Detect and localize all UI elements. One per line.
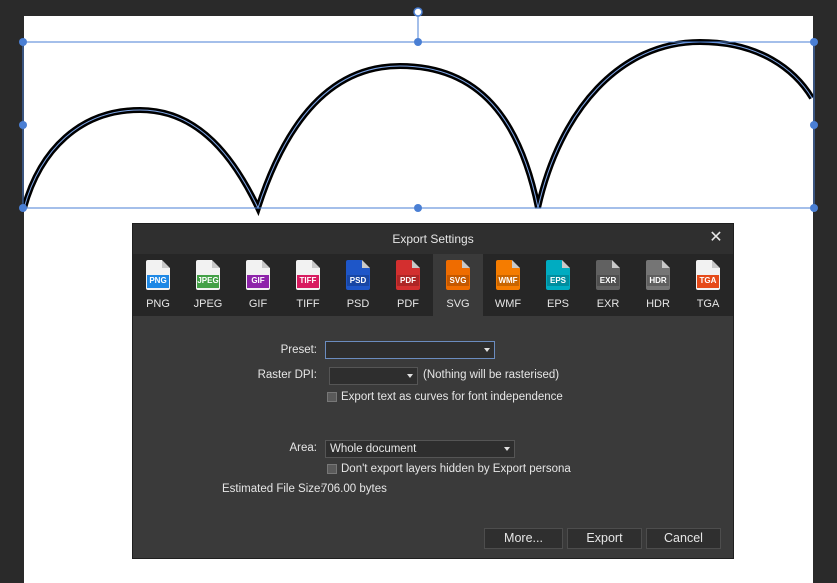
more-button[interactable]: More... xyxy=(484,528,563,549)
close-icon[interactable]: ✕ xyxy=(707,229,725,247)
file-size-label: Estimated File Size: xyxy=(222,483,324,495)
handle-top-right[interactable] xyxy=(810,38,818,46)
chevron-down-icon xyxy=(504,447,510,451)
rotation-handle[interactable] xyxy=(413,7,423,17)
psd-file-icon: PSD xyxy=(346,260,370,290)
format-tab-exr[interactable]: EXR EXR xyxy=(583,254,633,316)
format-tab-wmf[interactable]: WMF WMF xyxy=(483,254,533,316)
raster-dpi-dropdown[interactable] xyxy=(329,367,418,385)
format-badge: PDF xyxy=(397,275,419,286)
format-label: JPEG xyxy=(193,298,223,310)
format-badge: JPEG xyxy=(197,275,219,286)
area-dropdown[interactable]: Whole document xyxy=(325,440,515,458)
exr-file-icon: EXR xyxy=(596,260,620,290)
format-label: WMF xyxy=(494,298,522,310)
hidden-layers-label[interactable]: Don't export layers hidden by Export per… xyxy=(341,463,571,475)
preset-dropdown[interactable] xyxy=(325,341,495,359)
format-label: SVG xyxy=(446,298,470,310)
wmf-file-icon: WMF xyxy=(496,260,520,290)
tiff-file-icon: TIFF xyxy=(296,260,320,290)
format-label: TIFF xyxy=(296,298,320,310)
area-value: Whole document xyxy=(330,443,417,455)
format-tab-tiff[interactable]: TIFF TIFF xyxy=(283,254,333,316)
handle-bottom-left[interactable] xyxy=(19,204,27,212)
raster-note: (Nothing will be rasterised) xyxy=(423,369,560,381)
png-file-icon: PNG xyxy=(146,260,170,290)
format-badge: GIF xyxy=(247,275,269,286)
format-tab-tga[interactable]: TGA TGA xyxy=(683,254,733,316)
format-badge: PNG xyxy=(147,275,169,286)
format-badge: PSD xyxy=(347,275,369,286)
handle-top-center[interactable] xyxy=(414,38,422,46)
text-as-curves-checkbox[interactable] xyxy=(327,392,337,402)
text-as-curves-label[interactable]: Export text as curves for font independe… xyxy=(341,391,563,403)
format-label: TGA xyxy=(696,298,720,310)
handle-middle-left[interactable] xyxy=(19,121,27,129)
format-badge: HDR xyxy=(647,275,669,286)
hdr-file-icon: HDR xyxy=(646,260,670,290)
format-badge: EXR xyxy=(597,275,619,286)
format-label: EPS xyxy=(546,298,569,310)
format-tab-jpeg[interactable]: JPEG JPEG xyxy=(183,254,233,316)
handle-bottom-center[interactable] xyxy=(414,204,422,212)
format-label: HDR xyxy=(646,298,670,310)
file-size-value: 706.00 bytes xyxy=(321,483,387,495)
jpeg-file-icon: JPEG xyxy=(196,260,220,290)
format-badge: TGA xyxy=(697,275,719,286)
format-tab-eps[interactable]: EPS EPS xyxy=(533,254,583,316)
format-label: PNG xyxy=(146,298,170,310)
format-badge: SVG xyxy=(447,275,469,286)
gif-file-icon: GIF xyxy=(246,260,270,290)
eps-file-icon: EPS xyxy=(546,260,570,290)
format-badge: TIFF xyxy=(297,275,319,286)
format-tab-hdr[interactable]: HDR HDR xyxy=(633,254,683,316)
handle-bottom-right[interactable] xyxy=(810,204,818,212)
format-label: GIF xyxy=(248,298,268,310)
format-tab-psd[interactable]: PSD PSD xyxy=(333,254,383,316)
hidden-layers-checkbox[interactable] xyxy=(327,464,337,474)
cancel-button[interactable]: Cancel xyxy=(646,528,721,549)
handle-middle-right[interactable] xyxy=(810,121,818,129)
format-badge: WMF xyxy=(497,275,519,286)
chevron-down-icon xyxy=(484,348,490,352)
tga-file-icon: TGA xyxy=(696,260,720,290)
format-tab-png[interactable]: PNG PNG xyxy=(133,254,183,316)
export-settings-dialog: Export Settings ✕ PNG PNG JPEG JPEG GIF GIF TI… xyxy=(132,223,734,559)
dialog-titlebar[interactable]: Export Settings ✕ xyxy=(133,224,733,254)
raster-dpi-label: Raster DPI: xyxy=(257,369,317,381)
format-tab-svg[interactable]: SVG SVG xyxy=(433,254,483,316)
format-tab-pdf[interactable]: PDF PDF xyxy=(383,254,433,316)
chevron-down-icon xyxy=(407,374,413,378)
format-label: EXR xyxy=(596,298,620,310)
format-tabs: PNG PNG JPEG JPEG GIF GIF TIFF TIFF PSD PSD PDF PDF… xyxy=(133,254,733,316)
export-button[interactable]: Export xyxy=(567,528,642,549)
area-label: Area: xyxy=(289,442,318,454)
format-badge: EPS xyxy=(547,275,569,286)
arc-curve[interactable] xyxy=(21,38,815,217)
format-label: PSD xyxy=(346,298,370,310)
svg-file-icon: SVG xyxy=(446,260,470,290)
dialog-title: Export Settings xyxy=(392,232,474,246)
handle-top-left[interactable] xyxy=(19,38,27,46)
preset-label: Preset: xyxy=(280,344,317,356)
format-tab-gif[interactable]: GIF GIF xyxy=(233,254,283,316)
pdf-file-icon: PDF xyxy=(396,260,420,290)
format-label: PDF xyxy=(397,298,419,310)
